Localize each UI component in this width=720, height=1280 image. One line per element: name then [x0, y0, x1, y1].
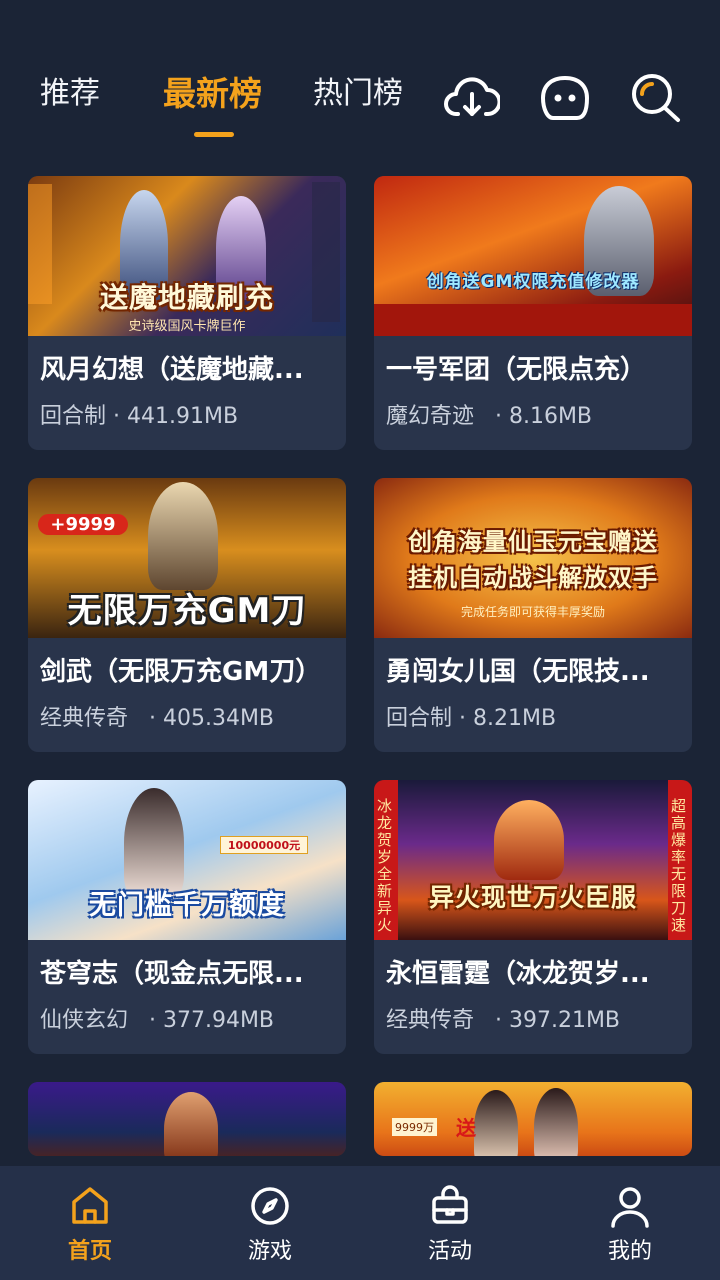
game-meta: 回合制 · 8.21MB [386, 706, 557, 731]
game-card[interactable] [28, 1082, 346, 1156]
game-banner: 创角海量仙玉元宝赠送 挂机自动战斗解放双手 完成任务即可获得丰厚奖励 [374, 478, 692, 638]
game-card[interactable]: +9999 无限万充GM刀 剑武（无限万充GM刀） 经典传奇 · 405.34M… [28, 478, 346, 752]
game-banner: 10000000元 无门槛千万额度 [28, 780, 346, 940]
game-banner: +9999 无限万充GM刀 [28, 478, 346, 638]
game-card[interactable]: 9999万 送 [374, 1082, 692, 1156]
nav-profile[interactable]: 我的 [540, 1166, 720, 1280]
game-banner: 9999万 送 [374, 1082, 692, 1156]
banner-subtitle: +9999 [38, 514, 128, 535]
game-card[interactable]: 创角海量仙玉元宝赠送 挂机自动战斗解放双手 完成任务即可获得丰厚奖励 勇闯女儿国… [374, 478, 692, 752]
banner-subtitle: 10000000元 [220, 836, 308, 854]
game-meta: 经典传奇 · 405.34MB [40, 706, 275, 731]
top-bar: 推荐 最新榜 热门榜 [0, 0, 720, 150]
search-icon[interactable] [628, 72, 684, 124]
nav-home[interactable]: 首页 [0, 1166, 180, 1280]
character-figure [148, 482, 218, 590]
character-figure [534, 1088, 578, 1156]
nav-label: 我的 [607, 1239, 652, 1264]
tab-recommend[interactable]: 推荐 [40, 72, 100, 116]
character-figure [164, 1092, 218, 1156]
nav-label: 游戏 [247, 1239, 292, 1264]
character-figure [494, 800, 564, 880]
banner-subtitle: 完成任务即可获得丰厚奖励 [460, 605, 605, 619]
banner-subtitle: 9999万 [392, 1118, 437, 1136]
app-root: 送魔地藏刷充 史诗级国风卡牌巨作 风月幻想（送魔地藏... 回合制 · 441.… [0, 0, 720, 1280]
nav-games[interactable]: 游戏 [180, 1166, 360, 1280]
game-meta: 仙侠玄幻 · 377.94MB [40, 1008, 275, 1033]
character-figure [124, 788, 184, 898]
game-title: 勇闯女儿国（无限技... [386, 657, 650, 687]
active-tab-indicator [194, 132, 234, 137]
banner-title: 创角海量仙玉元宝赠送 [408, 528, 658, 556]
banner-title: 创角送GM权限充值修改器 [426, 272, 640, 292]
nav-label: 活动 [427, 1239, 472, 1264]
game-title: 永恒雷霆（冰龙贺岁... [386, 959, 650, 989]
game-grid: 送魔地藏刷充 史诗级国风卡牌巨作 风月幻想（送魔地藏... 回合制 · 441.… [0, 0, 720, 1166]
character-figure [474, 1090, 518, 1156]
home-icon [68, 1184, 112, 1228]
tab-hot[interactable]: 热门榜 [313, 72, 403, 116]
game-title: 苍穹志（现金点无限... [40, 959, 304, 989]
banner-title: 无限万充GM刀 [67, 591, 307, 631]
game-card[interactable]: 10000000元 无门槛千万额度 苍穹志（现金点无限... 仙侠玄幻 · 37… [28, 780, 346, 1054]
game-title: 一号军团（无限点充） [386, 355, 647, 385]
user-icon [608, 1184, 652, 1228]
banner-title: 送魔地藏刷充 [99, 281, 274, 314]
banner-title-line2: 挂机自动战斗解放双手 [408, 564, 658, 592]
game-card[interactable]: 送魔地藏刷充 史诗级国风卡牌巨作 风月幻想（送魔地藏... 回合制 · 441.… [28, 176, 346, 450]
game-title: 风月幻想（送魔地藏... [40, 355, 304, 385]
tab-latest[interactable]: 最新榜 [163, 72, 262, 116]
cloud-download-icon[interactable] [444, 72, 500, 124]
game-banner: 冰龙贺岁全新异火 超高爆率无限刀速 异火现世万火臣服 [374, 780, 692, 940]
game-banner: 创角送GM权限充值修改器 [374, 176, 692, 336]
nav-events[interactable]: 活动 [360, 1166, 540, 1280]
banner-subtitle: 史诗级国风卡牌巨作 [128, 319, 246, 334]
game-meta: 魔幻奇迹 · 8.16MB [386, 404, 593, 429]
bottom-nav: 首页 游戏 活动 我的 [0, 1166, 720, 1280]
feature-strip [374, 304, 692, 336]
gift-bag-icon [428, 1184, 472, 1228]
game-banner [28, 1082, 346, 1156]
game-card[interactable]: 创角送GM权限充值修改器 一号军团（无限点充） 魔幻奇迹 · 8.16MB [374, 176, 692, 450]
game-card[interactable]: 冰龙贺岁全新异火 超高爆率无限刀速 异火现世万火臣服 永恒雷霆（冰龙贺岁... … [374, 780, 692, 1054]
game-banner: 送魔地藏刷充 史诗级国风卡牌巨作 [28, 176, 346, 336]
banner-title: 异火现世万火臣服 [428, 883, 637, 912]
game-meta: 经典传奇 · 397.21MB [386, 1008, 621, 1033]
game-title: 剑武（无限万充GM刀） [40, 657, 322, 687]
game-meta: 回合制 · 441.91MB [40, 404, 239, 429]
message-icon[interactable] [537, 72, 593, 124]
nav-label: 首页 [67, 1239, 112, 1264]
banner-title: 无门槛千万额度 [89, 890, 285, 921]
compass-icon [248, 1184, 292, 1228]
banner-badge: 送 [456, 1116, 476, 1140]
